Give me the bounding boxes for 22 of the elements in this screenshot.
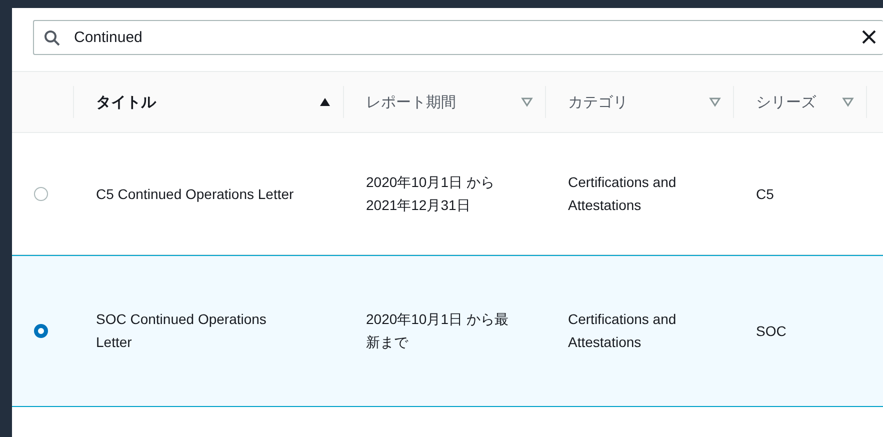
table-cell-text: Certifications and Attestations [567,310,678,352]
sort-icon[interactable] [521,97,533,107]
column-header[interactable]: シリーズ [733,86,866,118]
column-header[interactable]: レポート期間 [343,86,545,118]
table-cell-text: SOC Continued Operations Letter [95,310,268,352]
sort-icon[interactable] [709,97,721,107]
radio-button[interactable] [34,324,48,338]
sort-ascending-icon[interactable] [319,97,331,107]
close-icon [861,29,877,45]
table-cell-text: SOC [755,322,788,340]
table-cell-text: C5 Continued Operations Letter [95,184,295,204]
table-cell-text: 2020年10月1日 から 2021年12月31日 [365,173,496,215]
table-cell-text: Certifications and Attestations [567,173,678,215]
sort-icon[interactable] [842,97,854,107]
table-cell-text: 2020年10月1日 から最新まで [365,310,510,352]
radio-button[interactable] [34,187,48,201]
table-row[interactable]: SOC Continued Operations Letter 2020年10月1日 から最新まで Certifications and Attestations SOC [12,255,883,407]
column-header[interactable]: カテゴリ [545,86,733,118]
table-cell-text: C5 [755,184,775,204]
column-header[interactable]: タイトル [73,86,343,118]
search-field[interactable]: Continued [33,20,883,55]
search-icon [44,30,60,46]
